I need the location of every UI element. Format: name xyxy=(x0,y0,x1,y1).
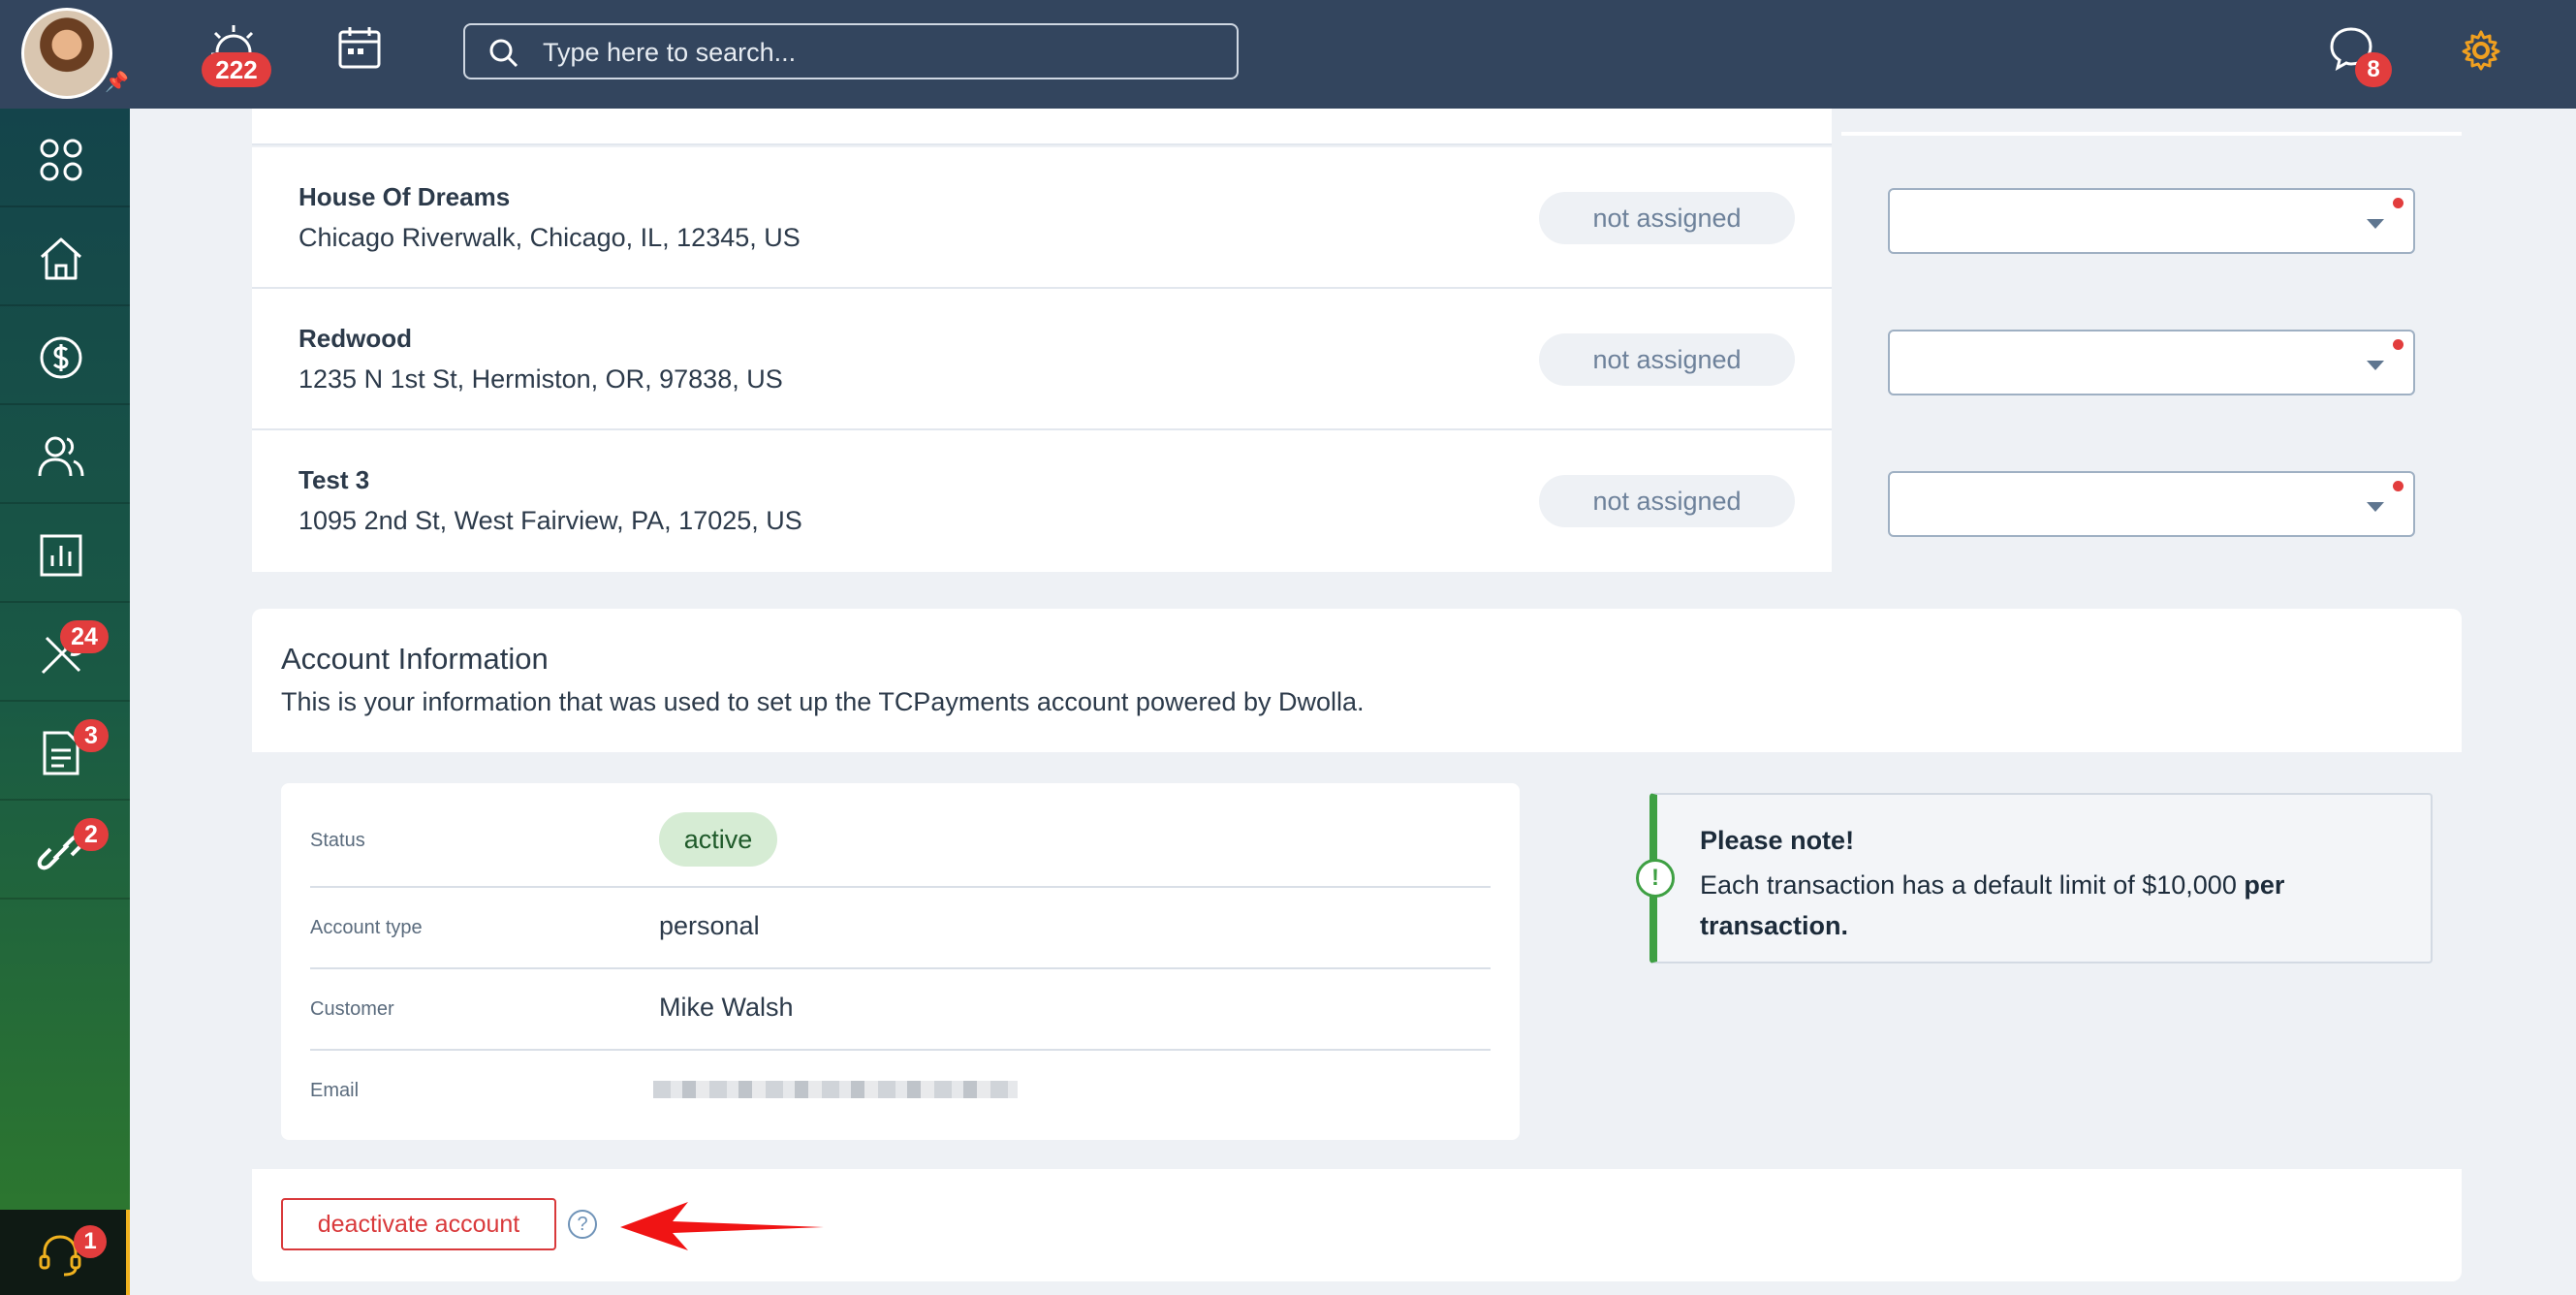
note-body: Each transaction has a default limit of … xyxy=(1700,865,2417,946)
status-badge: not assigned xyxy=(1539,475,1795,527)
home-icon xyxy=(40,237,82,280)
customer-label: Customer xyxy=(310,998,394,1020)
status-badge: not assigned xyxy=(1539,192,1795,244)
chart-icon xyxy=(40,534,82,577)
dollar-circle-icon xyxy=(40,336,82,379)
status-badge: not assigned xyxy=(1539,333,1795,386)
table-row: House Of Dreams Chicago Riverwalk, Chica… xyxy=(252,147,1832,289)
messages-badge: 8 xyxy=(2355,52,2392,87)
assign-select[interactable] xyxy=(1888,471,2415,537)
sidebar-item-reports[interactable] xyxy=(0,504,130,603)
gear-icon[interactable] xyxy=(2460,29,2502,77)
support-badge: 1 xyxy=(74,1225,107,1258)
divider xyxy=(310,967,1491,969)
assign-cell xyxy=(1841,153,2462,295)
assign-column-top xyxy=(1841,109,2462,136)
property-address: 1235 N 1st St, Hermiston, OR, 97838, US xyxy=(298,364,783,394)
grid-icon xyxy=(40,139,82,181)
email-label: Email xyxy=(310,1080,360,1101)
table-row: Redwood 1235 N 1st St, Hermiston, OR, 97… xyxy=(252,289,1832,430)
search-input[interactable] xyxy=(543,37,1202,68)
sidebar-item-people[interactable] xyxy=(0,405,130,504)
chevron-down-icon xyxy=(2367,219,2384,229)
customer-value: Mike Walsh xyxy=(659,993,794,1022)
account-details-card: Status active Account type personal Cust… xyxy=(281,783,1520,1140)
property-name: Redwood xyxy=(298,324,412,353)
assign-select[interactable] xyxy=(1888,330,2415,395)
sidebar-item-maintenance[interactable]: 24 xyxy=(0,603,130,702)
section-subtitle: This is your information that was used t… xyxy=(281,687,1365,716)
sidebar-item-payments[interactable] xyxy=(0,306,130,405)
user-avatar[interactable] xyxy=(21,8,112,99)
sidebar-item-documents[interactable]: 3 xyxy=(0,702,130,801)
top-bar: 📌 222 8 xyxy=(0,0,2576,109)
support-button[interactable]: 1 xyxy=(0,1210,130,1295)
sidebar-item-links[interactable]: 2 xyxy=(0,801,130,900)
divider xyxy=(310,1049,1491,1051)
property-list-top xyxy=(252,109,1832,145)
required-dot xyxy=(2393,481,2403,491)
exclamation-icon: ! xyxy=(1636,859,1675,898)
section-title: Account Information xyxy=(281,642,549,676)
help-icon[interactable]: ? xyxy=(568,1210,597,1239)
alerts-badge: 222 xyxy=(202,52,271,87)
assign-cell xyxy=(1841,436,2462,570)
assign-cell xyxy=(1841,295,2462,436)
property-address: 1095 2nd St, West Fairview, PA, 17025, U… xyxy=(298,506,802,535)
required-dot xyxy=(2393,339,2403,350)
users-icon xyxy=(38,436,84,477)
divider xyxy=(310,886,1491,888)
assign-select[interactable] xyxy=(1888,188,2415,254)
chevron-down-icon xyxy=(2367,361,2384,370)
documents-badge: 3 xyxy=(74,719,109,752)
required-dot xyxy=(2393,198,2403,208)
note-body-text: Each transaction has a default limit of … xyxy=(1700,870,2245,900)
arrow-annotation xyxy=(620,1202,824,1250)
status-label: Status xyxy=(310,830,365,851)
pin-icon[interactable]: 📌 xyxy=(105,70,129,94)
sidebar: 24 3 2 xyxy=(0,109,130,1295)
maintenance-badge: 24 xyxy=(60,620,109,653)
status-badge: active xyxy=(659,812,777,867)
account-type-value: personal xyxy=(659,911,760,940)
property-address: Chicago Riverwalk, Chicago, IL, 12345, U… xyxy=(298,223,801,252)
sidebar-item-home[interactable] xyxy=(0,207,130,306)
search-icon xyxy=(489,39,518,68)
account-type-label: Account type xyxy=(310,917,423,938)
calendar-icon[interactable] xyxy=(337,25,382,75)
limit-note: ! Please note! Each transaction has a de… xyxy=(1636,793,2433,963)
property-name: Test 3 xyxy=(298,465,370,494)
email-value-redacted xyxy=(653,1081,1018,1098)
sidebar-item-apps[interactable] xyxy=(0,109,130,207)
property-name: House Of Dreams xyxy=(298,182,511,211)
chevron-down-icon xyxy=(2367,502,2384,512)
search-bar[interactable] xyxy=(463,23,1239,79)
note-title: Please note! xyxy=(1700,826,1855,855)
links-badge: 2 xyxy=(74,818,109,851)
table-row: Test 3 1095 2nd St, West Fairview, PA, 1… xyxy=(252,430,1832,572)
deactivate-account-button[interactable]: deactivate account xyxy=(281,1198,556,1250)
